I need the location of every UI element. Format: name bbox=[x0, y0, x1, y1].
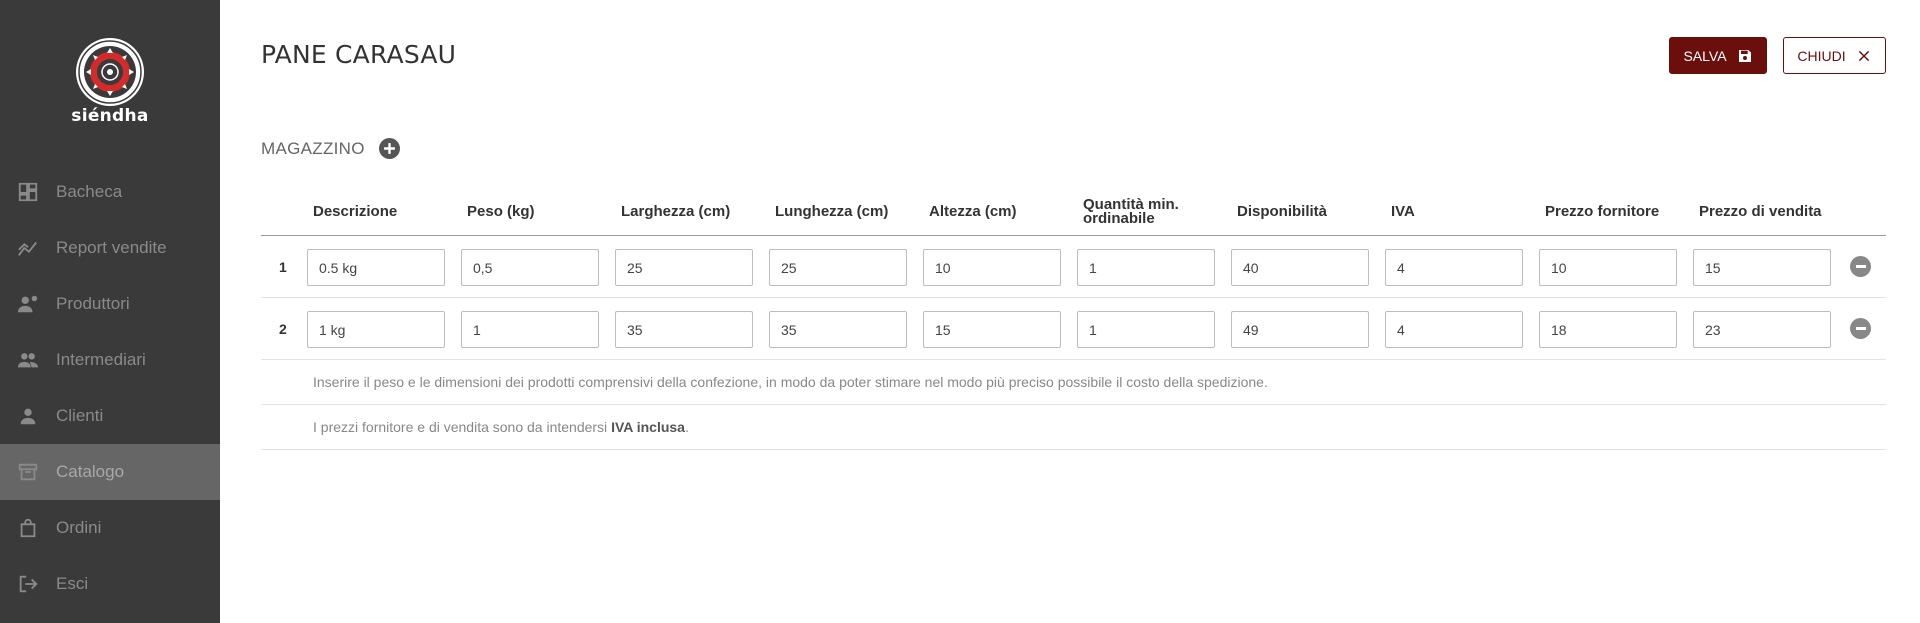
column-header: Larghezza (cm) bbox=[621, 203, 731, 220]
availability-input[interactable]: 40 bbox=[1231, 249, 1369, 286]
column-header: Quantità min. ordinabile bbox=[1083, 196, 1179, 227]
column-header: Prezzo di vendita bbox=[1699, 203, 1822, 220]
row-number: 2 bbox=[279, 321, 287, 337]
row-number: 1 bbox=[279, 259, 287, 275]
siendha-logo bbox=[76, 38, 144, 106]
sidebar-item-label: Bacheca bbox=[56, 182, 123, 201]
remove-row-button[interactable] bbox=[1850, 256, 1871, 277]
dashboard-icon bbox=[16, 180, 40, 204]
description-input[interactable]: 1 kg bbox=[307, 311, 445, 348]
height-input[interactable]: 15 bbox=[923, 311, 1061, 348]
table-row: 2 1 kg 1 35 35 15 1 49 4 18 23 bbox=[261, 298, 1886, 360]
chart-icon bbox=[16, 236, 40, 260]
dimensions-note: Inserire il peso e le dimensioni dei pro… bbox=[261, 360, 1886, 405]
plus-icon bbox=[383, 143, 395, 154]
column-header: Peso (kg) bbox=[467, 203, 535, 220]
sale-price-input[interactable]: 15 bbox=[1693, 249, 1831, 286]
save-button[interactable]: SALVA bbox=[1669, 37, 1767, 74]
length-input[interactable]: 35 bbox=[769, 311, 907, 348]
description-input[interactable]: 0.5 kg bbox=[307, 249, 445, 286]
sidebar-item-catalogo[interactable]: Catalogo bbox=[0, 444, 220, 500]
table-row: 1 0.5 kg 0,5 25 25 10 1 40 4 10 15 bbox=[261, 236, 1886, 298]
sidebar-item-label: Intermediari bbox=[56, 350, 146, 369]
minus-icon bbox=[1855, 265, 1866, 268]
save-button-label: SALVA bbox=[1683, 47, 1727, 64]
vat-included-text: IVA inclusa bbox=[611, 419, 685, 435]
sidebar-item-ordini[interactable]: Ordini bbox=[0, 500, 220, 556]
column-header: Prezzo fornitore bbox=[1545, 203, 1660, 220]
close-button-label: CHIUDI bbox=[1797, 47, 1846, 64]
supplier-price-input[interactable]: 10 bbox=[1539, 249, 1677, 286]
add-row-button[interactable] bbox=[378, 138, 400, 159]
table-header: Descrizione Peso (kg) Larghezza (cm) Lun… bbox=[261, 188, 1886, 236]
sidebar-item-label: Report vendite bbox=[56, 238, 167, 257]
section-header: MAGAZZINO bbox=[261, 138, 400, 159]
length-input[interactable]: 25 bbox=[769, 249, 907, 286]
width-input[interactable]: 25 bbox=[615, 249, 753, 286]
bag-icon bbox=[16, 516, 40, 540]
person-icon bbox=[16, 404, 40, 428]
sidebar-item-label: Esci bbox=[56, 574, 89, 593]
sidebar-item-bacheca[interactable]: Bacheca bbox=[0, 164, 220, 220]
width-input[interactable]: 35 bbox=[615, 311, 753, 348]
sidebar-item-intermediari[interactable]: Intermediari bbox=[0, 332, 220, 388]
intermediaries-icon bbox=[16, 348, 40, 372]
sidebar: siéndha Bacheca Report vendite Produttor… bbox=[0, 0, 220, 623]
page-title: PANE CARASAU bbox=[261, 40, 457, 69]
sidebar-item-label: Ordini bbox=[56, 518, 102, 537]
column-header: Descrizione bbox=[313, 203, 398, 220]
min-quantity-input[interactable]: 1 bbox=[1077, 311, 1215, 348]
sidebar-item-label: Produttori bbox=[56, 294, 130, 313]
remove-row-button[interactable] bbox=[1850, 318, 1871, 339]
archive-icon bbox=[16, 460, 40, 484]
sale-price-input[interactable]: 23 bbox=[1693, 311, 1831, 348]
note-suffix: . bbox=[684, 419, 689, 435]
sidebar-nav: Bacheca Report vendite Produttori Interm… bbox=[0, 164, 220, 612]
floppy-disk-icon bbox=[1738, 49, 1751, 62]
sidebar-item-label: Clienti bbox=[56, 406, 104, 425]
column-header: IVA bbox=[1391, 203, 1415, 220]
supplier-price-input[interactable]: 18 bbox=[1539, 311, 1677, 348]
section-title: MAGAZZINO bbox=[261, 138, 365, 158]
vat-note: I prezzi fornitore e di vendita sono da … bbox=[261, 405, 1886, 450]
note-text: Inserire il peso e le dimensioni dei pro… bbox=[313, 374, 1268, 390]
sidebar-item-report-vendite[interactable]: Report vendite bbox=[0, 220, 220, 276]
logout-icon bbox=[16, 572, 40, 596]
brand-name: siéndha bbox=[71, 106, 149, 126]
sidebar-item-produttori[interactable]: Produttori bbox=[0, 276, 220, 332]
producer-icon bbox=[16, 292, 40, 316]
sidebar-item-label: Catalogo bbox=[56, 462, 125, 481]
availability-input[interactable]: 49 bbox=[1231, 311, 1369, 348]
sidebar-item-clienti[interactable]: Clienti bbox=[0, 388, 220, 444]
column-header: Disponibilità bbox=[1237, 203, 1327, 220]
sidebar-item-esci[interactable]: Esci bbox=[0, 556, 220, 612]
minus-icon bbox=[1855, 327, 1866, 330]
height-input[interactable]: 10 bbox=[923, 249, 1061, 286]
weight-input[interactable]: 0,5 bbox=[461, 249, 599, 286]
column-header: Lunghezza (cm) bbox=[775, 203, 889, 220]
vat-input[interactable]: 4 bbox=[1385, 311, 1523, 348]
weight-input[interactable]: 1 bbox=[461, 311, 599, 348]
column-header: Altezza (cm) bbox=[929, 203, 1017, 220]
vat-input[interactable]: 4 bbox=[1385, 249, 1523, 286]
close-button[interactable]: CHIUDI bbox=[1783, 37, 1886, 74]
note-text: I prezzi fornitore e di vendita sono da … bbox=[313, 419, 612, 435]
min-quantity-input[interactable]: 1 bbox=[1077, 249, 1215, 286]
close-icon bbox=[1858, 50, 1869, 61]
warehouse-table: Descrizione Peso (kg) Larghezza (cm) Lun… bbox=[261, 188, 1886, 450]
